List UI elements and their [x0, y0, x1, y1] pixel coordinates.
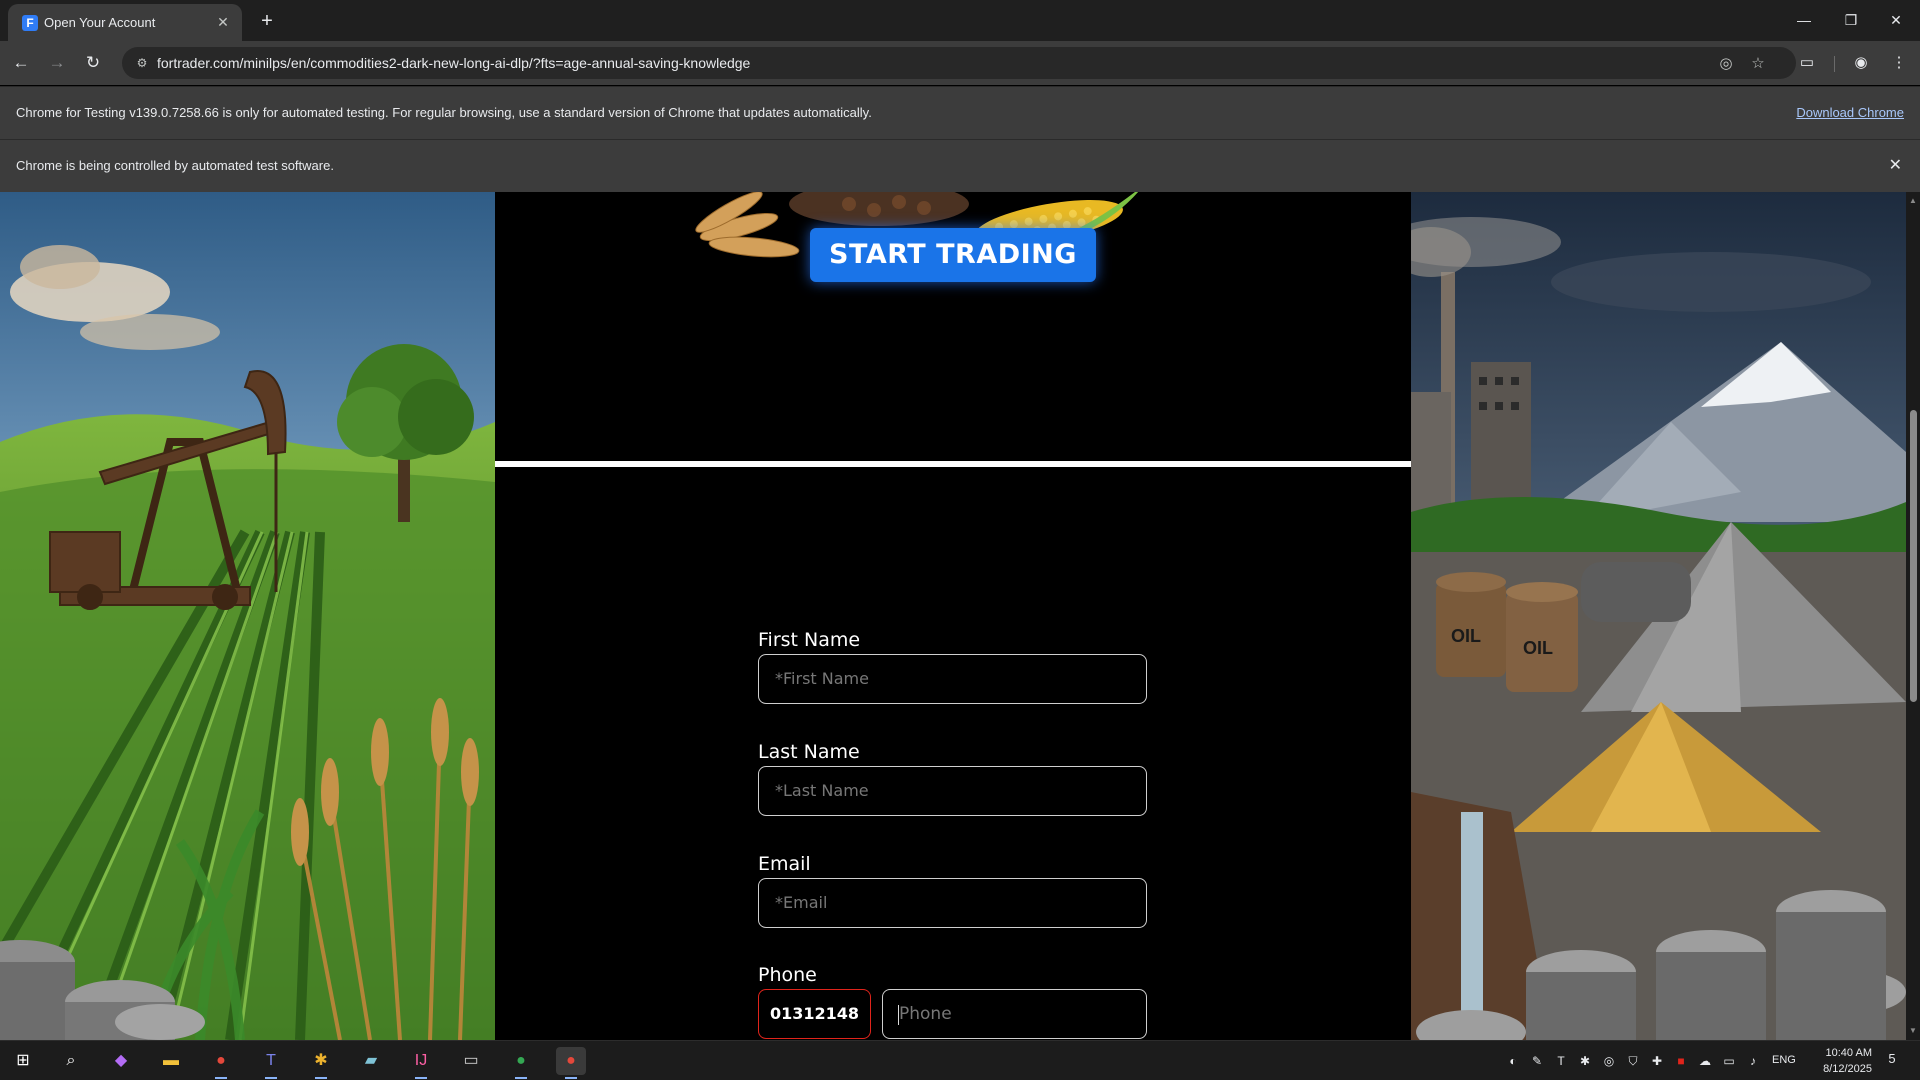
browser-toolbar: ← → ↻ ⚙ fortrader.com/minilps/en/commodi…: [0, 41, 1920, 85]
infobar-close-icon[interactable]: ✕: [1889, 155, 1902, 175]
scrollbar-thumb[interactable]: [1910, 410, 1917, 702]
testing-infobar-text: Chrome for Testing v139.0.7258.66 is onl…: [16, 105, 872, 120]
phone-field[interactable]: Phone: [882, 989, 1147, 1039]
taskbar: ⊞ ⌕ ◆ ▬ ● T ✱ ▰ IJ ▭ ● ● ◐ ✎ T ✱ ◎ ⛉ ✚ ■…: [0, 1040, 1920, 1080]
tray-volume-icon[interactable]: ♪: [1744, 1052, 1762, 1070]
search-icon[interactable]: ⌕: [56, 1047, 86, 1075]
chrome-icon[interactable]: ●: [506, 1047, 536, 1079]
clock-time: 10:40 AM: [1825, 1047, 1872, 1059]
window-close-icon[interactable]: ✕: [1881, 8, 1911, 32]
site-info-icon[interactable]: ⚙: [134, 55, 150, 71]
last-name-label: Last Name: [758, 741, 860, 763]
last-name-field[interactable]: *Last Name: [758, 766, 1147, 816]
minimize-icon[interactable]: —: [1789, 8, 1819, 32]
teams-icon[interactable]: T: [256, 1047, 286, 1079]
address-bar[interactable]: ⚙ fortrader.com/minilps/en/commodities2-…: [122, 47, 1796, 79]
page-viewport: START TRADING First Name *First Name Las…: [0, 192, 1920, 1040]
tray-pen-icon[interactable]: ✎: [1528, 1052, 1546, 1070]
automation-infobar-text: Chrome is being controlled by automated …: [16, 158, 334, 173]
email-label: Email: [758, 853, 811, 875]
email-field[interactable]: *Email: [758, 878, 1147, 928]
testing-infobar: Chrome for Testing v139.0.7258.66 is onl…: [0, 86, 1920, 139]
clock[interactable]: 10:40 AM 8/12/2025: [1802, 1045, 1872, 1077]
start-trading-button[interactable]: START TRADING: [810, 228, 1096, 282]
language-indicator[interactable]: ENG: [1772, 1054, 1796, 1066]
site-favicon-icon: F: [22, 15, 38, 31]
notification-count: 5: [1888, 1051, 1896, 1066]
tray-alert-icon[interactable]: ■: [1672, 1052, 1690, 1070]
forward-button[interactable]: →: [44, 50, 70, 76]
reload-button[interactable]: ↻: [80, 50, 106, 76]
first-name-field[interactable]: *First Name: [758, 654, 1147, 704]
tray-teams-icon[interactable]: T: [1552, 1052, 1570, 1070]
tab-close-icon[interactable]: ✕: [214, 13, 232, 31]
tray-cloud-icon[interactable]: ☁: [1696, 1052, 1714, 1070]
phone-placeholder: Phone: [899, 1004, 952, 1024]
page-scrollbar[interactable]: ▲ ▼: [1906, 192, 1920, 1040]
barrel-label-2: OIL: [1523, 638, 1553, 658]
toolbar-separator: [1834, 56, 1835, 72]
first-name-label: First Name: [758, 629, 861, 651]
tray-app-icon[interactable]: ◐: [1504, 1052, 1522, 1070]
restore-icon[interactable]: ❐: [1836, 8, 1866, 32]
right-background-image: OIL OIL: [1411, 192, 1906, 1040]
chrome-testing-icon[interactable]: ●: [556, 1047, 586, 1079]
barrel-label-1: OIL: [1451, 626, 1481, 646]
start-icon[interactable]: ⊞: [8, 1047, 38, 1075]
tray-shield-icon[interactable]: ⛉: [1624, 1052, 1642, 1070]
slack-icon[interactable]: ✱: [306, 1047, 336, 1079]
copilot-icon[interactable]: ◆: [106, 1047, 136, 1075]
intellij-icon[interactable]: IJ: [406, 1047, 436, 1079]
tray-security-icon[interactable]: ✚: [1648, 1052, 1666, 1070]
tray-vpn-icon[interactable]: ◎: [1600, 1052, 1618, 1070]
scroll-down-icon[interactable]: ▼: [1908, 1026, 1918, 1036]
browser-tab-active[interactable]: F Open Your Account ✕: [8, 4, 242, 41]
profile-icon[interactable]: ◉: [1850, 52, 1872, 74]
left-background-image: [0, 192, 495, 1040]
bookmark-star-icon[interactable]: ☆: [1748, 54, 1768, 74]
tab-title: Open Your Account: [44, 15, 156, 30]
chrome-icon[interactable]: ●: [206, 1047, 236, 1079]
menu-kebab-icon[interactable]: ⋮: [1888, 52, 1910, 74]
main-content: START TRADING First Name *First Name Las…: [495, 192, 1411, 1040]
text-caret: [898, 1005, 899, 1025]
url-text[interactable]: fortrader.com/minilps/en/commodities2-da…: [157, 55, 750, 71]
tray-slack-icon[interactable]: ✱: [1576, 1052, 1594, 1070]
scroll-up-icon[interactable]: ▲: [1908, 196, 1918, 206]
phone-country-code-field[interactable]: 01312148: [758, 989, 871, 1039]
notes-icon[interactable]: ▰: [356, 1047, 386, 1075]
section-divider: [495, 461, 1411, 467]
terminal-icon[interactable]: ▭: [456, 1047, 486, 1075]
tracking-protection-icon[interactable]: ◎: [1716, 54, 1736, 74]
automation-infobar: Chrome is being controlled by automated …: [0, 139, 1920, 192]
tab-search-icon[interactable]: ▭: [1796, 52, 1818, 74]
download-chrome-link[interactable]: Download Chrome: [1796, 105, 1904, 120]
tray-network-icon[interactable]: ▭: [1720, 1052, 1738, 1070]
notification-center-icon[interactable]: 5: [1880, 1051, 1904, 1071]
new-tab-button[interactable]: +: [254, 8, 280, 34]
back-button[interactable]: ←: [8, 50, 34, 76]
clock-date: 8/12/2025: [1823, 1063, 1872, 1075]
browser-titlebar: F Open Your Account ✕ + — ❐ ✕: [0, 0, 1920, 41]
phone-label: Phone: [758, 964, 817, 986]
file-explorer-icon[interactable]: ▬: [156, 1047, 186, 1075]
